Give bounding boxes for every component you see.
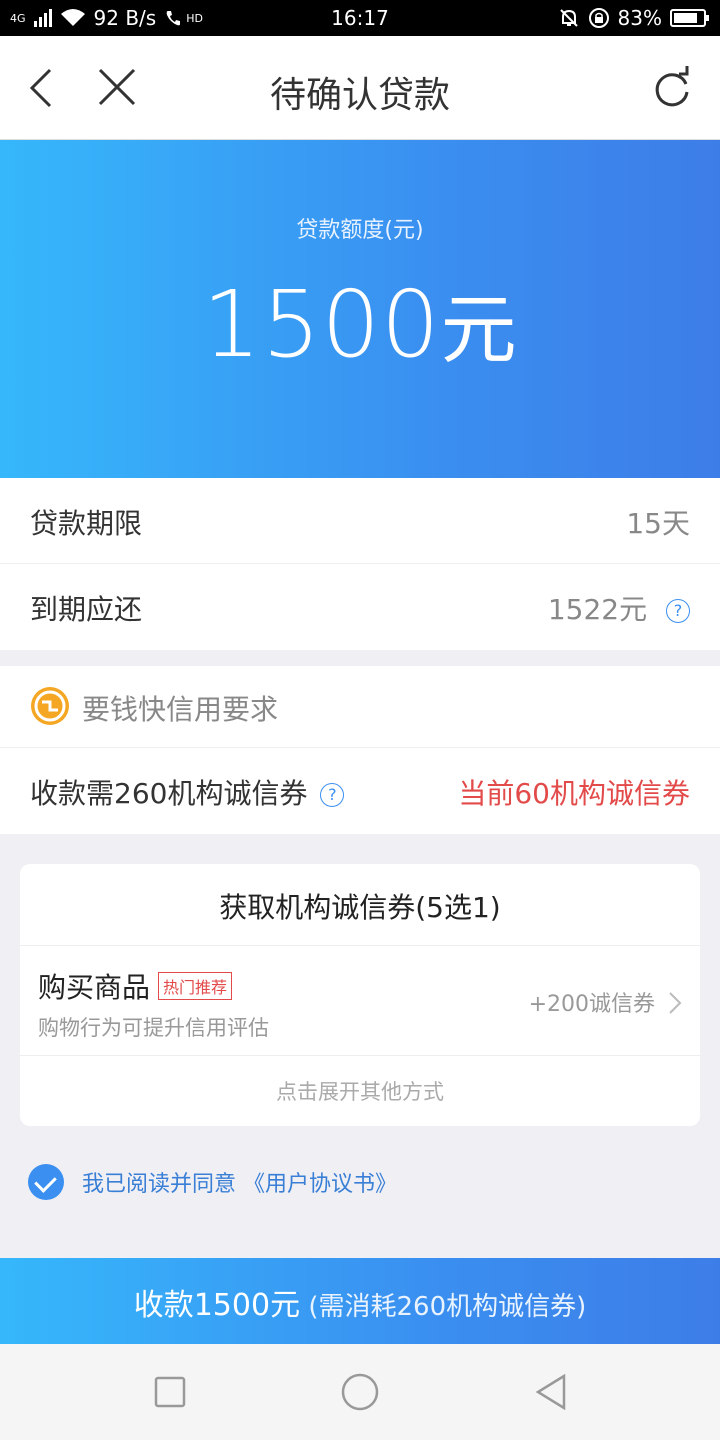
option-name: 购买商品 [38,971,151,1004]
requirements-title: 要钱快信用要求 [82,693,279,726]
requirements-header: 要钱快信用要求 [0,666,720,748]
submit-sub-label: (需消耗260机构诚信券) [300,1292,587,1322]
help-icon[interactable]: ? [666,599,690,623]
status-bar: 4G 92 B/s HD 16:17 83% [0,0,720,36]
home-icon[interactable] [338,1370,382,1414]
page-title: 待确认贷款 [269,75,450,116]
system-nav-bar [0,1344,720,1440]
voucher-card: 获取机构诚信券(5选1) 购买商品 热门推荐 购物行为可提升信用评估 +200诚信… [20,864,700,1126]
option-reward-wrap: +200诚信券 [529,986,682,1018]
repayment-label: 到期应还 [30,593,143,626]
repayment-value: 1522元 [547,593,648,626]
loan-amount-value: 1500 [202,271,441,378]
loan-term-value: 15天 [626,507,690,540]
battery-percent: 83% [617,6,662,30]
nav-bar: 待确认贷款 [0,36,720,140]
hot-tag: 热门推荐 [158,972,233,1000]
coin-logo-icon [31,687,69,725]
requirement-help-icon[interactable]: ? [320,783,345,807]
current-vouchers: 当前60机构诚信券 [458,777,690,810]
requirement-row: 收款需260机构诚信券 ? 当前60机构诚信券 [0,748,720,834]
voucher-card-title: 获取机构诚信券(5选1) [20,864,700,946]
submit-main-label: 收款1500元 [133,1288,301,1323]
loan-amount-label: 贷款额度(元) [296,218,424,243]
expand-more-link[interactable]: 点击展开其他方式 [20,1056,700,1124]
agreement-checkbox[interactable] [28,1164,64,1200]
repayment-row: 到期应还 1522元 ? [0,564,720,650]
mute-bell-icon [559,9,578,27]
agreement-text[interactable]: 我已阅读并同意 《用户协议书》 [82,1166,397,1198]
buy-goods-option[interactable]: 购买商品 热门推荐 购物行为可提升信用评估 +200诚信券 [20,946,700,1056]
loan-term-label: 贷款期限 [30,507,143,540]
loan-amount: 1500元 [0,268,720,378]
status-right: 83% [558,6,709,30]
loan-term-row: 贷款期限 15天 [0,478,720,564]
loan-amount-unit: 元 [440,285,518,374]
requirement-label-wrap: 收款需260机构诚信券 ? [30,772,345,812]
battery-icon [670,9,709,27]
refresh-icon[interactable] [646,62,698,114]
agreement: 我已阅读并同意 《用户协议书》 [28,1164,397,1200]
repayment-value-wrap: 1522元 ? [548,588,690,628]
back-nav-icon[interactable] [530,1370,574,1414]
credit-requirements: 要钱快信用要求 收款需260机构诚信券 ? 当前60机构诚信券 [0,666,720,834]
requirement-label: 收款需260机构诚信券 [30,777,308,810]
loan-amount-banner: 贷款额度(元) 1500元 [0,140,720,478]
chevron-right-icon [669,992,682,1014]
receive-loan-button[interactable]: 收款1500元 (需消耗260机构诚信券) [0,1258,720,1344]
rotation-lock-icon [588,8,609,28]
recent-apps-icon[interactable] [148,1370,192,1414]
option-reward: +200诚信券 [528,992,655,1017]
option-name-wrap: 购买商品 热门推荐 [38,966,233,1006]
loan-details: 贷款期限 15天 到期应还 1522元 ? [0,478,720,650]
option-desc: 购物行为可提升信用评估 [38,1016,269,1040]
battery-level [674,13,698,23]
